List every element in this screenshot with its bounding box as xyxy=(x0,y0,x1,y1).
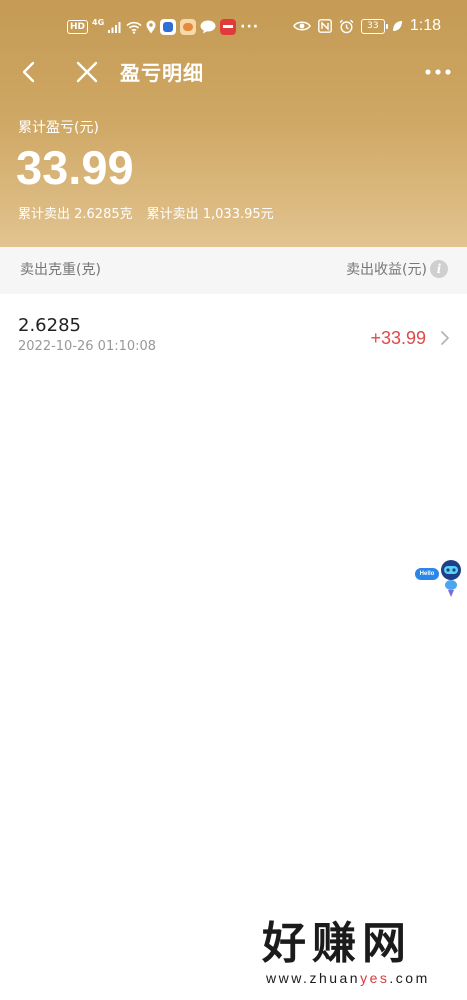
cumulative-pnl-value: 33.99 xyxy=(16,141,134,194)
leaf-icon xyxy=(392,21,402,31)
record-time: 2022-10-26 01:10:08 xyxy=(18,339,157,354)
column-sold-profit: 卖出收益(元) xyxy=(346,262,427,278)
more-notifications-icon: ··· xyxy=(240,19,260,35)
cumulative-sold-amount: 累计卖出 1,033.95元 xyxy=(146,207,274,222)
app-orange-icon xyxy=(180,19,197,35)
header: HD 4G ··· 33 1:18 盈亏明细 累计盈亏(元) 33.99 累计卖… xyxy=(0,0,467,247)
close-button[interactable] xyxy=(72,57,102,87)
clock-time: 1:18 xyxy=(409,17,441,34)
chat-bubble-icon xyxy=(200,20,216,34)
app-blue-icon xyxy=(160,19,177,35)
watermark-url-highlight: yes xyxy=(360,970,390,986)
cumulative-pnl-label: 累计盈亏(元) xyxy=(18,120,99,136)
record-profit: +33.99 xyxy=(370,328,426,348)
status-left: HD 4G ··· xyxy=(67,17,259,37)
signal-bars-icon xyxy=(108,22,121,33)
status-bar: HD 4G ··· 33 1:18 xyxy=(0,0,467,50)
battery-indicator: 33 xyxy=(360,18,388,34)
page-title: 盈亏明细 xyxy=(120,61,204,85)
record-weight: 2.6285 xyxy=(18,315,81,336)
column-sold-weight: 卖出克重(克) xyxy=(20,262,101,278)
cumulative-sold-summary: 累计卖出 2.6285克 累计卖出 1,033.95元 xyxy=(18,205,274,225)
chevron-right-icon xyxy=(441,331,449,345)
cumulative-sold-weight: 累计卖出 2.6285克 xyxy=(18,207,133,222)
location-pin-icon xyxy=(146,20,156,34)
watermark-url-prefix: www.zhuan xyxy=(266,970,361,986)
site-watermark: 好赚网 www.zhuanyes.com xyxy=(258,918,448,988)
more-dots-icon xyxy=(425,69,451,75)
eye-icon xyxy=(292,21,311,31)
network-type: 4G xyxy=(92,18,105,27)
app-red-icon xyxy=(220,19,237,35)
robot-assistant-icon xyxy=(441,560,461,597)
watermark-text: 好赚网 xyxy=(262,918,412,969)
watermark-url-suffix: .com xyxy=(389,970,430,986)
alarm-clock-icon xyxy=(339,19,354,33)
wifi-icon xyxy=(126,21,142,34)
status-right: 33 1:18 xyxy=(292,15,441,37)
floating-assistant-button[interactable]: Hello xyxy=(413,559,465,599)
info-icon[interactable]: i xyxy=(430,260,448,278)
back-arrow-icon xyxy=(22,61,35,83)
list-item[interactable]: 2.6285 2022-10-26 01:10:08 +33.99 xyxy=(0,294,467,374)
nfc-icon xyxy=(317,19,332,33)
watermark-url: www.zhuanyes.com xyxy=(258,970,448,986)
more-button[interactable] xyxy=(423,60,453,84)
hd-badge: HD xyxy=(67,20,89,34)
back-button[interactable] xyxy=(14,57,44,87)
list-column-header: 卖出克重(克) 卖出收益(元) i xyxy=(0,247,467,294)
close-icon xyxy=(76,61,98,83)
